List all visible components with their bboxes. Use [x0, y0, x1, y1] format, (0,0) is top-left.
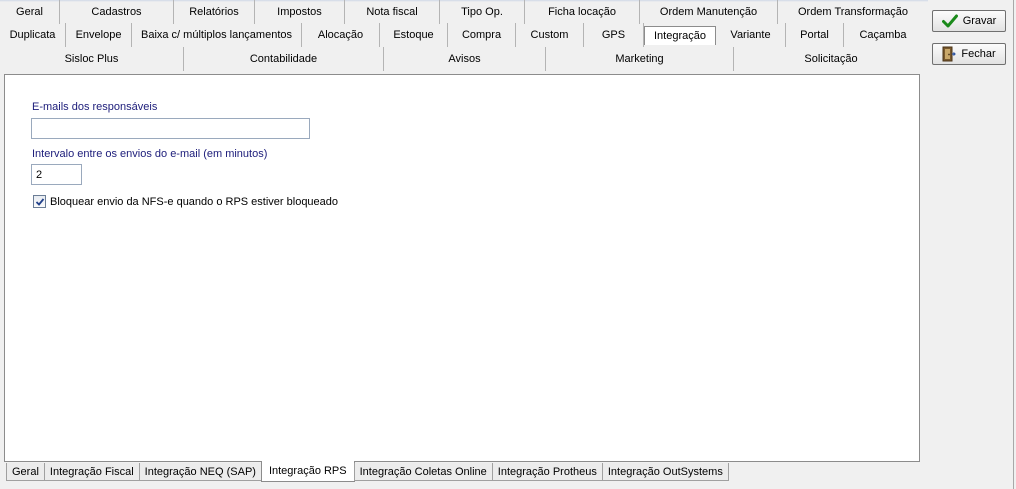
tab-baixa-multiplos[interactable]: Baixa c/ múltiplos lançamentos [132, 23, 302, 47]
tab-ordem-transformacao[interactable]: Ordem Transformação [778, 0, 928, 24]
tab-marketing[interactable]: Marketing [546, 47, 734, 71]
interval-input[interactable] [31, 164, 82, 185]
bottom-tab-integracao-outsystems[interactable]: Integração OutSystems [601, 463, 729, 481]
tab-tipo-op[interactable]: Tipo Op. [440, 0, 525, 24]
exit-door-icon [942, 46, 957, 62]
tab-row-2: Duplicata Envelope Baixa c/ múltiplos la… [0, 23, 928, 47]
bottom-tab-integracao-protheus[interactable]: Integração Protheus [491, 463, 603, 481]
tab-alocacao[interactable]: Alocação [302, 23, 380, 47]
tab-estoque[interactable]: Estoque [380, 23, 448, 47]
tab-cacamba[interactable]: Caçamba [844, 23, 922, 47]
tab-ficha-locacao[interactable]: Ficha locação [525, 0, 640, 24]
tab-gps[interactable]: GPS [584, 23, 644, 47]
tab-cadastros[interactable]: Cadastros [60, 0, 174, 24]
emails-label: E-mails dos responsáveis [32, 101, 158, 113]
tab-envelope[interactable]: Envelope [66, 23, 132, 47]
tab-avisos[interactable]: Avisos [384, 47, 546, 71]
emails-input[interactable] [31, 118, 310, 139]
close-button[interactable]: Fechar [932, 43, 1006, 65]
check-mark-icon [35, 197, 44, 206]
tab-integracao[interactable]: Integração [644, 26, 716, 45]
interval-label: Intervalo entre os envios do e-mail (em … [32, 148, 268, 160]
tab-solicitacao[interactable]: Solicitação [734, 47, 928, 71]
bottom-tab-bar: Geral Integração Fiscal Integração NEQ (… [6, 461, 729, 483]
bottom-tab-integracao-rps[interactable]: Integração RPS [260, 461, 355, 482]
tab-portal[interactable]: Portal [786, 23, 844, 47]
bottom-tab-geral[interactable]: Geral [6, 463, 45, 481]
tab-impostos[interactable]: Impostos [255, 0, 345, 24]
tab-compra[interactable]: Compra [448, 23, 516, 47]
block-nfse-checkbox[interactable] [33, 195, 46, 208]
tab-nota-fiscal[interactable]: Nota fiscal [345, 0, 440, 24]
check-icon [941, 14, 958, 28]
tab-custom[interactable]: Custom [516, 23, 584, 47]
window: Geral Cadastros Relatórios Impostos Nota… [0, 0, 1016, 489]
bottom-tab-integracao-fiscal[interactable]: Integração Fiscal [43, 463, 140, 481]
save-button[interactable]: Gravar [932, 10, 1006, 32]
tab-sisloc-plus[interactable]: Sisloc Plus [0, 47, 184, 71]
save-button-label: Gravar [962, 15, 997, 27]
bottom-tab-integracao-coletas-online[interactable]: Integração Coletas Online [353, 463, 493, 481]
tab-contabilidade[interactable]: Contabilidade [184, 47, 384, 71]
tab-row-3: Sisloc Plus Contabilidade Avisos Marketi… [0, 47, 928, 71]
tab-duplicata[interactable]: Duplicata [0, 23, 66, 47]
tab-relatorios[interactable]: Relatórios [174, 0, 255, 24]
integracao-panel: E-mails dos responsáveis Intervalo entre… [4, 74, 920, 462]
block-nfse-label: Bloquear envio da NFS-e quando o RPS est… [50, 195, 339, 208]
tab-variante[interactable]: Variante [716, 23, 786, 47]
tab-ordem-manutencao[interactable]: Ordem Manutenção [640, 0, 778, 24]
close-button-label: Fechar [961, 48, 996, 60]
bottom-tab-integracao-neq-sap[interactable]: Integração NEQ (SAP) [138, 463, 262, 481]
tab-geral[interactable]: Geral [0, 0, 60, 24]
block-nfse-checkbox-row[interactable]: Bloquear envio da NFS-e quando o RPS est… [33, 195, 338, 208]
tab-row-1: Geral Cadastros Relatórios Impostos Nota… [0, 0, 928, 24]
